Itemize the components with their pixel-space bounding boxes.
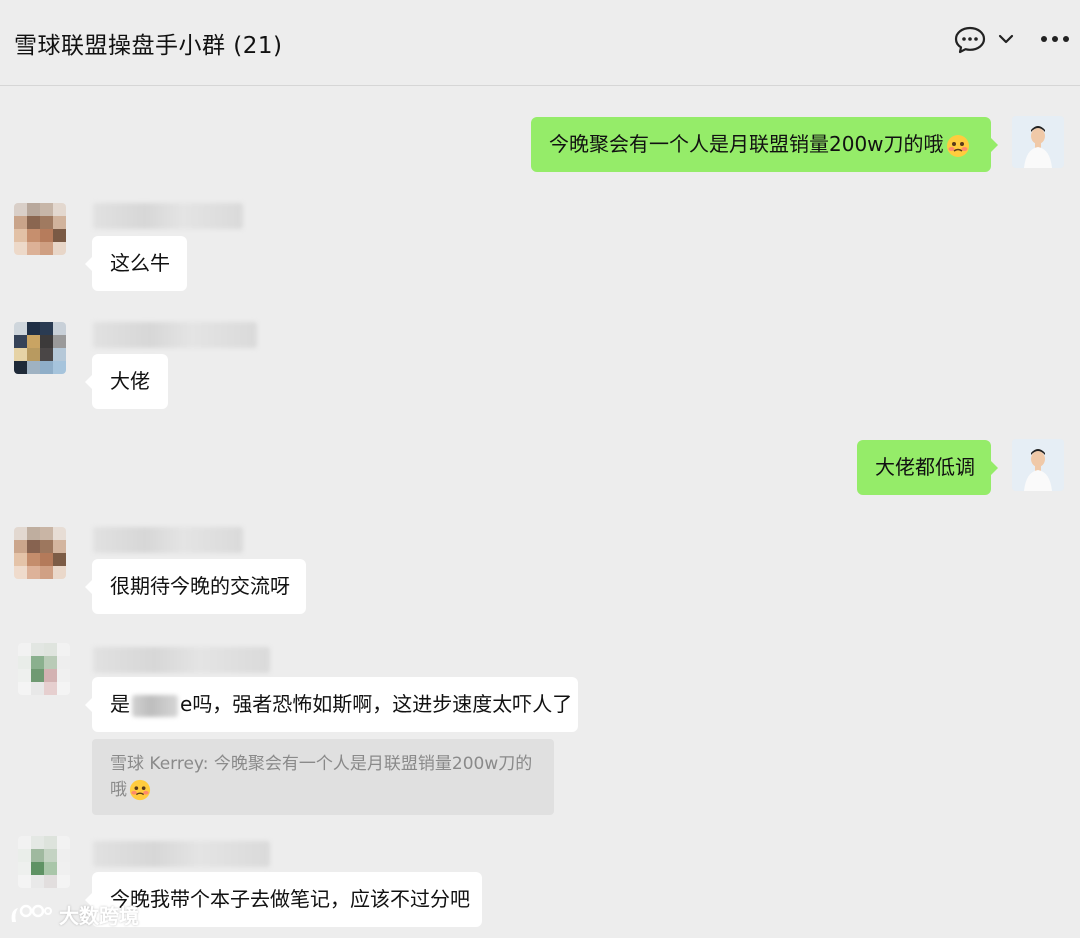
quoted-text-line: 哦: [110, 777, 536, 803]
self-avatar[interactable]: [1012, 439, 1064, 491]
member-avatar[interactable]: [18, 643, 70, 695]
quoted-text-line: 雪球 Kerrey: 今晚聚会有一个人是月联盟销量200w刀的: [110, 754, 533, 774]
chat-header: 雪球联盟操盘手小群 (21): [0, 0, 1080, 86]
message-text: 大佬都低调: [875, 455, 975, 479]
watermark-logo-icon: [11, 904, 52, 922]
chat-bubble-icon[interactable]: [954, 26, 986, 54]
person-avatar-icon: [1012, 439, 1064, 491]
outgoing-message-bubble[interactable]: 今晚聚会有一个人是月联盟销量200w刀的哦: [531, 117, 998, 172]
member-avatar[interactable]: [14, 322, 66, 374]
person-avatar-icon: [1012, 116, 1064, 168]
member-avatar[interactable]: [18, 836, 70, 888]
hot-face-emoji-icon: [129, 779, 151, 801]
watermark: 大数跨境: [8, 900, 139, 934]
sender-name-redacted: [93, 841, 270, 867]
message-text-prefix: 是: [110, 692, 130, 716]
hot-face-emoji-icon: [946, 134, 969, 157]
message-text: 大佬: [110, 369, 150, 393]
chevron-down-icon[interactable]: [998, 33, 1014, 45]
incoming-message-bubble[interactable]: 今晚我带个本子去做笔记，应该不过分吧: [85, 872, 482, 927]
message-text: 今晚聚会有一个人是月联盟销量200w刀的哦: [549, 132, 944, 156]
sender-name-redacted: [93, 322, 257, 348]
message-list[interactable]: 今晚聚会有一个人是月联盟销量200w刀的哦 这么牛 大佬 大佬都低调 很期待今晚…: [0, 87, 1080, 938]
self-avatar[interactable]: [1012, 116, 1064, 168]
chat-window: 雪球联盟操盘手小群 (21) 今晚聚会有一个人是月联盟销量200w刀的哦 这么牛…: [0, 0, 1080, 938]
message-text: 今晚我带个本子去做笔记，应该不过分吧: [110, 887, 470, 911]
incoming-message-bubble[interactable]: 这么牛: [85, 236, 187, 291]
sender-name-redacted: [93, 527, 243, 553]
message-text-redacted-tail: e: [180, 692, 193, 716]
message-text-suffix: 吗，强者恐怖如斯啊，这进步速度太吓人了: [192, 692, 573, 716]
message-text: 很期待今晚的交流呀: [110, 574, 290, 598]
sender-name-redacted: [93, 203, 243, 229]
quoted-message[interactable]: 雪球 Kerrey: 今晚聚会有一个人是月联盟销量200w刀的 哦: [92, 739, 554, 815]
incoming-message-bubble[interactable]: 是 e吗，强者恐怖如斯啊，这进步速度太吓人了: [85, 677, 578, 732]
more-icon[interactable]: [1040, 35, 1070, 43]
member-avatar[interactable]: [14, 203, 66, 255]
chat-title: 雪球联盟操盘手小群 (21): [14, 33, 283, 59]
watermark-text: 大数跨境: [58, 904, 139, 928]
redacted-text: [132, 694, 178, 717]
sender-name-redacted: [93, 647, 270, 673]
outgoing-message-bubble[interactable]: 大佬都低调: [857, 440, 998, 495]
member-avatar[interactable]: [14, 527, 66, 579]
incoming-message-bubble[interactable]: 很期待今晚的交流呀: [85, 559, 306, 614]
incoming-message-bubble[interactable]: 大佬: [85, 354, 168, 409]
message-text: 这么牛: [110, 251, 170, 275]
